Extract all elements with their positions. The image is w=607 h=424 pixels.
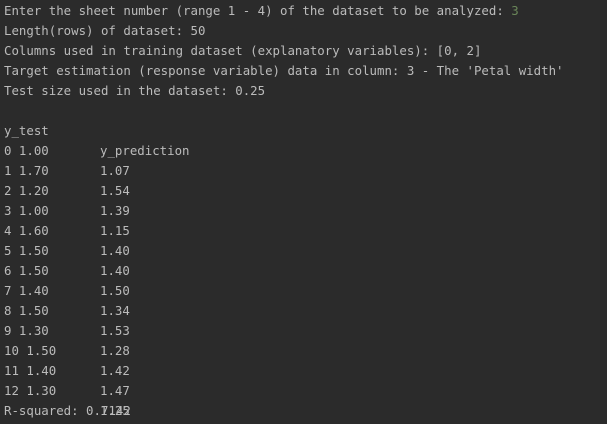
explanatory-columns-line: Columns used in training dataset (explan…	[4, 43, 482, 58]
table-row: 11 1.40 1.47	[0, 341, 607, 398]
table-row: 0 1.00 1.07	[0, 121, 607, 178]
console-output[interactable]: Enter the sheet number (range 1 - 4) of …	[0, 0, 607, 424]
table-row: 5 1.50 1.40	[0, 221, 607, 278]
dataset-length-line: Length(rows) of dataset: 50	[4, 23, 206, 38]
table-row: 8 1.50 1.53	[0, 281, 607, 338]
table-row: 10 1.50 1.42	[0, 321, 607, 378]
table-row: 7 1.40 1.34	[0, 261, 607, 318]
r-squared-line: R-squared: 0.7142	[4, 403, 131, 418]
table-header: y_test y_prediction	[0, 101, 607, 158]
table-row: 9 1.30 1.28	[0, 301, 607, 358]
y-test-cell: 12 1.30	[4, 383, 57, 398]
sheet-prompt-text: Enter the sheet number (range 1 - 4) of …	[4, 3, 512, 18]
table-row: 6 1.50 1.50	[0, 241, 607, 298]
table-row: 4 1.60 1.40	[0, 201, 607, 258]
table-row: 12 1.30 1.25	[0, 361, 607, 418]
table-row: 1 1.70 1.54	[0, 141, 607, 198]
table-row: 3 1.00 1.15	[0, 181, 607, 238]
sheet-prompt-line: Enter the sheet number (range 1 - 4) of …	[4, 1, 519, 21]
y-prediction-cell: 1.47	[100, 383, 130, 398]
table-row: 2 1.20 1.39	[0, 161, 607, 218]
sheet-prompt-input: 3	[511, 3, 519, 18]
target-column-line: Target estimation (response variable) da…	[4, 63, 564, 78]
test-size-line: Test size used in the dataset: 0.25	[4, 83, 266, 98]
